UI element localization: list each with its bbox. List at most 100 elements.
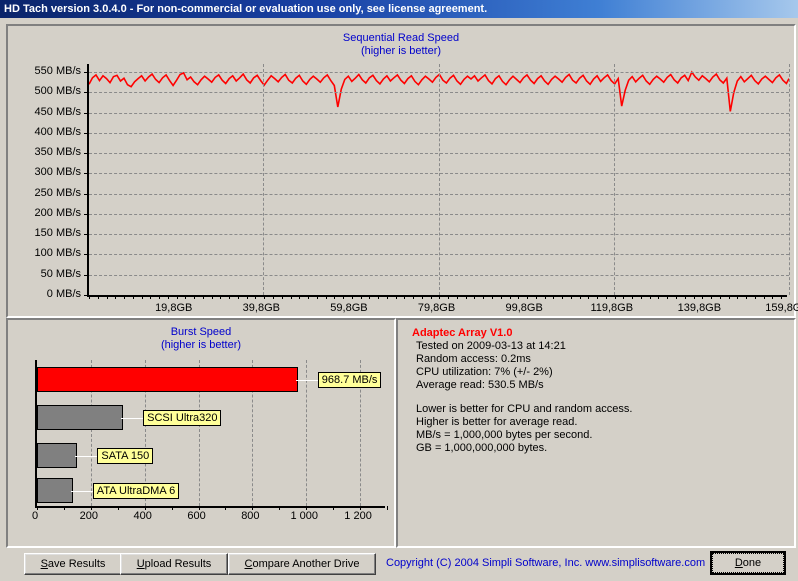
sequential-minor-tick-x	[605, 295, 607, 299]
sequential-minor-tick-x	[211, 295, 213, 299]
sequential-minor-tick-x	[106, 295, 108, 299]
sequential-minor-tick-x	[772, 295, 774, 299]
burst-bar-leader	[121, 418, 144, 419]
sequential-minor-tick-x	[667, 295, 669, 299]
sequential-y-label: 200 MB/s	[34, 206, 81, 219]
sequential-minor-tick-x	[763, 295, 765, 299]
sequential-minor-tick-x	[281, 295, 283, 299]
sequential-minor-tick-x	[202, 295, 204, 299]
sequential-minor-tick-x	[562, 295, 564, 299]
sequential-minor-tick-x	[316, 295, 318, 299]
sequential-y-label: 550 MB/s	[34, 65, 81, 78]
sequential-minor-tick-x	[675, 295, 677, 299]
sequential-tick-y	[84, 254, 88, 256]
sequential-gridline-x	[789, 64, 790, 295]
sequential-x-label: 79,8GB	[417, 302, 456, 314]
sequential-minor-tick-x	[746, 295, 748, 299]
sequential-minor-tick-x	[623, 295, 625, 299]
sequential-minor-tick-x	[509, 295, 511, 299]
burst-speed-panel: Burst Speed (higher is better) 0 200 400 60…	[6, 318, 396, 548]
sequential-minor-tick-x	[369, 295, 371, 299]
sequential-minor-tick-x	[456, 295, 458, 299]
sequential-minor-tick-x	[649, 295, 651, 299]
sequential-minor-tick-x	[334, 295, 336, 299]
sequential-minor-tick-x	[702, 295, 704, 299]
sequential-y-label: 300 MB/s	[34, 166, 81, 179]
sequential-minor-tick-x	[176, 295, 178, 299]
sequential-minor-tick-x	[220, 295, 222, 299]
burst-x-label: 800	[241, 510, 260, 522]
sequential-minor-tick-x	[693, 295, 695, 299]
burst-x-label: 200	[79, 510, 99, 522]
burst-x-label: 1 200	[344, 510, 372, 522]
burst-bar-callout: SCSI Ultra320	[143, 410, 222, 426]
upload-results-button[interactable]: Upload Results	[120, 553, 228, 575]
note-cpu-random: Lower is better for CPU and random acces…	[416, 403, 633, 415]
hd-tach-window: HD Tach version 3.0.4.0 - For non-commer…	[0, 0, 798, 581]
burst-chart-subtitle: (higher is better)	[160, 339, 242, 351]
sequential-minor-tick-x	[237, 295, 239, 299]
sequential-tick-y	[84, 173, 88, 175]
burst-bar-callout: ATA UltraDMA 6	[92, 483, 180, 499]
sequential-minor-tick-x	[474, 295, 476, 299]
sequential-minor-tick-x	[737, 295, 739, 299]
note-mbs-definition: MB/s = 1,000,000 bytes per second.	[416, 429, 593, 441]
drive-info-panel: Adaptec Array V1.0 Tested on 2009-03-13 …	[396, 318, 796, 548]
sequential-y-label: 400 MB/s	[34, 125, 81, 138]
drive-name: Adaptec Array V1.0	[412, 327, 513, 339]
copyright-text: Copyright (C) 2004 Simpli Software, Inc.…	[386, 557, 706, 569]
sequential-minor-tick-x	[325, 295, 327, 299]
sequential-tick-y	[84, 92, 88, 94]
sequential-minor-tick-x	[448, 295, 450, 299]
sequential-tick-y	[84, 295, 88, 296]
done-button[interactable]: Done	[710, 551, 786, 575]
sequential-minor-tick-x	[290, 295, 292, 299]
sequential-minor-tick-x	[640, 295, 642, 299]
sequential-minor-tick-x	[439, 295, 441, 299]
sequential-x-label: 159,8GB	[765, 302, 798, 314]
sequential-minor-tick-x	[404, 295, 406, 299]
sequential-minor-tick-x	[544, 295, 546, 299]
burst-bar-leader	[75, 456, 98, 457]
note-gb-definition: GB = 1,000,000,000 bytes.	[416, 442, 548, 454]
done-label: Done	[734, 557, 762, 569]
sequential-x-label: 19,8GB	[155, 302, 193, 314]
sequential-minor-tick-x	[378, 295, 380, 299]
sequential-minor-tick-x	[343, 295, 345, 299]
sequential-minor-tick-x	[115, 295, 117, 299]
sequential-chart-subtitle: (higher is better)	[360, 45, 442, 57]
sequential-chart-title: Sequential Read Speed	[342, 32, 460, 44]
save-results-button[interactable]: Save Results	[24, 553, 122, 575]
sequential-minor-tick-x	[360, 295, 362, 299]
sequential-read-panel: Sequential Read Speed (higher is better)…	[6, 24, 798, 318]
sequential-tick-y	[84, 193, 88, 195]
burst-chart-title: Burst Speed	[170, 326, 232, 338]
sequential-minor-tick-x	[308, 295, 310, 299]
sequential-plot-area	[84, 64, 790, 299]
sequential-tick-y	[84, 234, 88, 236]
sequential-minor-tick-x	[719, 295, 721, 299]
sequential-x-label: 99,8GB	[505, 302, 543, 314]
compare-another-drive-button[interactable]: Compare Another Drive	[228, 553, 376, 575]
sequential-minor-tick-x	[229, 295, 231, 299]
sequential-minor-tick-x	[465, 295, 467, 299]
burst-bar-leader	[70, 491, 93, 492]
sequential-minor-tick-x	[579, 295, 581, 299]
sequential-minor-tick-x	[632, 295, 634, 299]
sequential-gridline-x	[263, 64, 265, 295]
sequential-y-label: 150 MB/s	[34, 227, 81, 240]
sequential-minor-tick-x	[351, 295, 353, 299]
sequential-gridline-x	[438, 64, 440, 295]
title-bar: HD Tach version 3.0.4.0 - For non-commer…	[0, 0, 798, 18]
sequential-minor-tick-x	[527, 295, 529, 299]
sequential-y-label: 450 MB/s	[34, 105, 81, 118]
sequential-minor-tick-x	[150, 295, 152, 299]
burst-bar-callout: SATA 150	[97, 448, 154, 464]
burst-x-label: 600	[187, 510, 206, 522]
sequential-minor-tick-x	[570, 295, 572, 299]
sequential-minor-tick-x	[413, 295, 415, 299]
sequential-x-label: 59,8GB	[330, 302, 368, 314]
sequential-x-label: 139,8GB	[677, 302, 722, 314]
sequential-tick-y	[84, 132, 88, 134]
